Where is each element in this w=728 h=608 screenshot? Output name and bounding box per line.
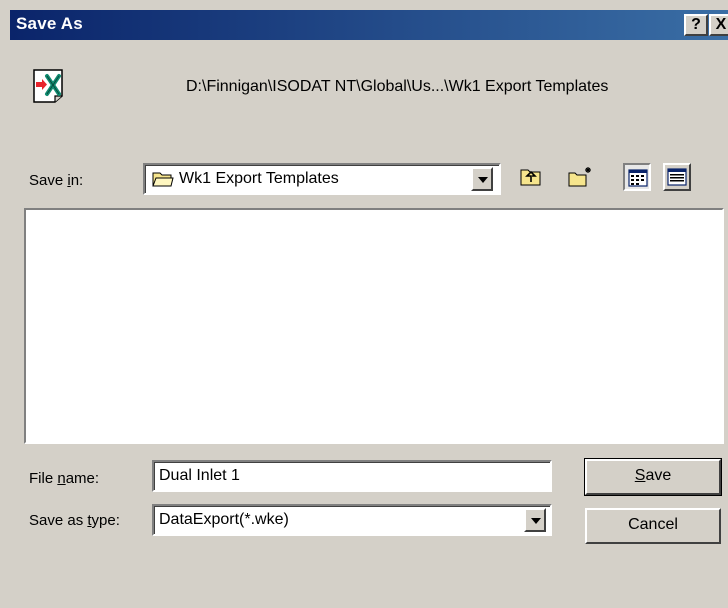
save-in-dropdown-arrow[interactable] (471, 167, 493, 191)
file-name-label-pre: File (29, 470, 58, 487)
cancel-button-label: Cancel (628, 516, 678, 533)
details-view-button[interactable] (663, 163, 691, 191)
details-view-icon (667, 168, 687, 191)
current-path: D:\Finnigan\ISODAT NT\Global\Us...\Wk1 E… (186, 78, 609, 95)
help-button[interactable]: ? (684, 14, 708, 36)
save-as-type-label-pre: Save as (29, 512, 88, 529)
dialog-title: Save As (16, 14, 83, 33)
save-in-folder-name: Wk1 Export Templates (179, 170, 339, 187)
close-button[interactable]: X (709, 14, 728, 36)
save-button-label: ave (645, 467, 672, 484)
folder-icon (152, 170, 174, 188)
up-one-level-icon (520, 167, 542, 192)
file-name-label: File name: (29, 470, 99, 487)
save-in-label: Save in: (29, 172, 83, 189)
up-one-level-button[interactable] (517, 163, 545, 191)
save-in-label-post: n: (70, 172, 84, 189)
title-bar[interactable]: Save As ? X (10, 10, 728, 40)
save-as-type-value: DataExport(*.wke) (159, 511, 289, 528)
save-as-dialog: Save As ? X D:\Finnigan\ISODAT NT\Global… (0, 0, 728, 608)
save-in-label-pre: Save (29, 172, 68, 189)
save-in-dropdown[interactable]: Wk1 Export Templates (143, 163, 501, 195)
excel-export-icon (30, 68, 66, 104)
new-folder-icon (568, 166, 594, 193)
save-as-type-label-post: ype: (91, 512, 120, 529)
file-name-value: Dual Inlet 1 (159, 467, 240, 484)
cancel-button[interactable]: Cancel (585, 508, 721, 544)
save-as-type-dropdown-arrow[interactable] (524, 508, 546, 532)
file-name-label-post: ame: (65, 470, 100, 487)
save-as-type-dropdown[interactable]: DataExport(*.wke) (152, 504, 552, 536)
save-as-type-label: Save as type: (29, 512, 120, 529)
file-name-input[interactable]: Dual Inlet 1 (152, 460, 552, 492)
file-list[interactable] (24, 208, 724, 444)
save-button[interactable]: Save (584, 458, 722, 496)
list-view-button[interactable] (623, 163, 651, 191)
list-view-icon (628, 169, 648, 192)
save-button-accel: S (634, 467, 646, 484)
file-name-label-accel: n (57, 470, 66, 487)
new-folder-button[interactable] (566, 163, 594, 191)
